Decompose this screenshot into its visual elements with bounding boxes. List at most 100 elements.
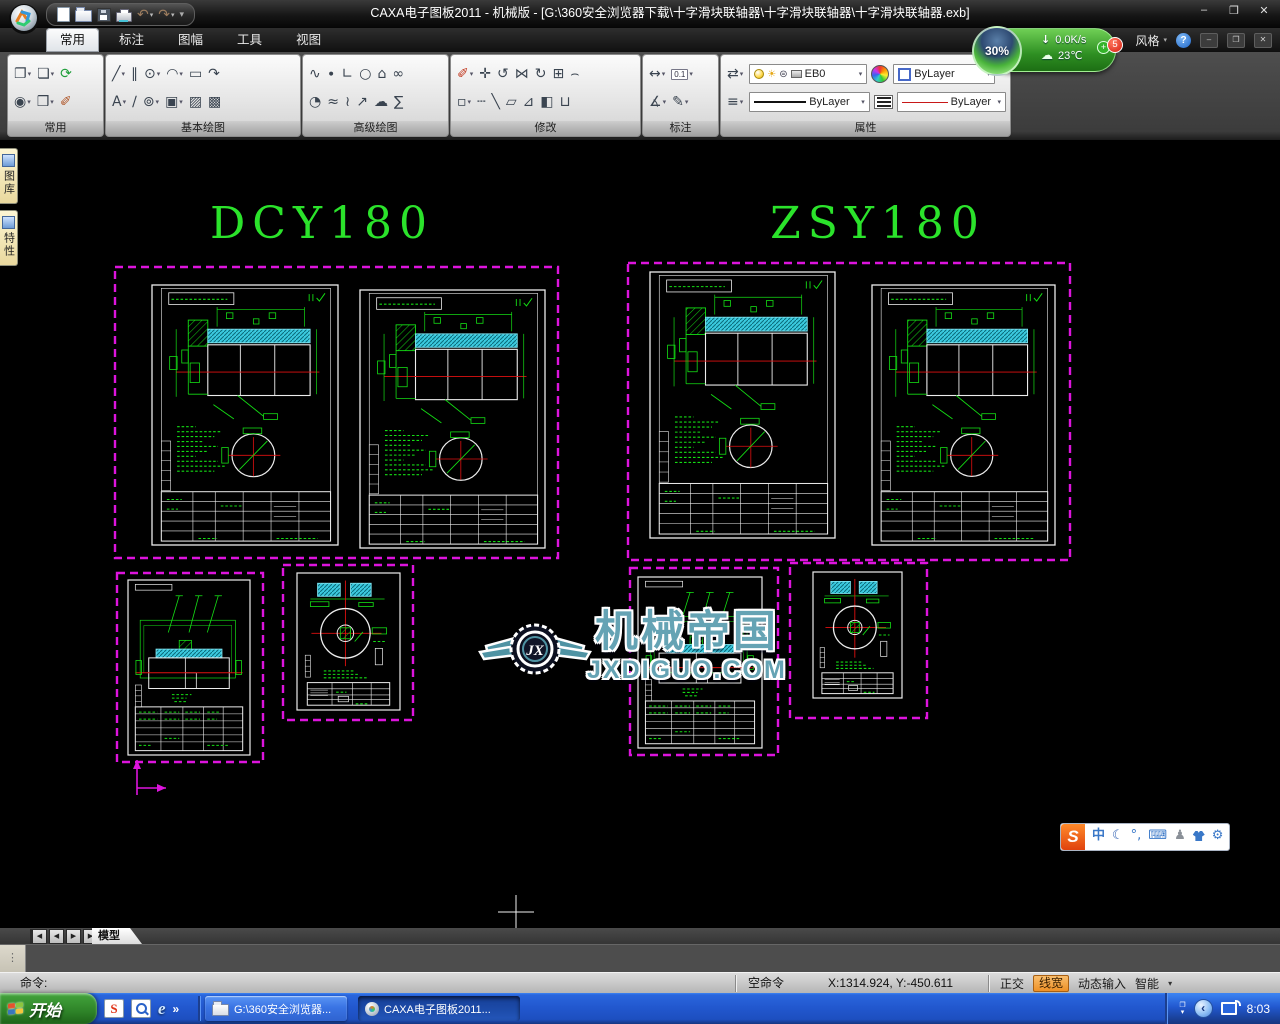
command-panel-grip[interactable]: ⋮ xyxy=(0,945,26,973)
drawing-sheet[interactable] xyxy=(638,577,762,748)
stretch-icon[interactable]: ⌢ xyxy=(568,64,581,84)
extend-icon[interactable]: ╲ xyxy=(489,92,501,112)
next-sheet-button[interactable]: ▶ xyxy=(66,929,81,944)
hatch-line-icon[interactable]: ∕ xyxy=(130,92,139,112)
block-icon[interactable]: ▣▾ xyxy=(163,92,185,112)
chamfer-icon[interactable]: ⊿ xyxy=(521,92,537,112)
expand-icon[interactable]: » xyxy=(173,1002,180,1016)
sogou-input-bar[interactable]: S 中☾°,⌨♟⚙ xyxy=(1060,823,1230,851)
formula-icon[interactable]: ∑ xyxy=(392,92,405,112)
style-button[interactable]: 风格 ▾ xyxy=(1135,32,1167,49)
tray-window-icon[interactable]: ❐▾ xyxy=(1179,1002,1185,1016)
soft-keyboard-icon[interactable]: ⌨ xyxy=(1148,823,1167,851)
redo-icon[interactable]: ↷▾ xyxy=(158,7,174,23)
toggle-linewidth[interactable]: 线宽 xyxy=(1033,975,1069,992)
caxa-logo-icon[interactable] xyxy=(8,3,40,35)
search-icon[interactable] xyxy=(131,999,151,1018)
drawing-sheet[interactable] xyxy=(872,285,1055,545)
tray-collapse-button[interactable]: ‹ xyxy=(1194,999,1213,1018)
new-file-icon[interactable] xyxy=(57,7,70,22)
pan-zoom-icon[interactable]: ◉▾ xyxy=(12,92,33,112)
linewidth-dropdown[interactable]: ByLayer ▾ xyxy=(897,92,1006,112)
first-sheet-button[interactable]: ◀ xyxy=(30,929,47,944)
linewidth-tool-button[interactable]: ≡▾ xyxy=(725,92,745,112)
drawing-sheet[interactable] xyxy=(360,290,545,548)
drawing-sheet[interactable] xyxy=(128,580,250,755)
print-icon[interactable] xyxy=(116,8,132,22)
linetype-dropdown[interactable]: ByLayer ▾ xyxy=(749,92,870,112)
mirror-icon[interactable]: ⋈ xyxy=(513,64,531,84)
rectangle-icon[interactable]: ▭ xyxy=(187,64,204,84)
notification-badge[interactable]: 5 xyxy=(1107,37,1123,53)
sogou-logo-icon[interactable]: S xyxy=(1061,824,1085,850)
doc-minimize-button[interactable]: – xyxy=(1200,33,1218,48)
network-icon[interactable] xyxy=(1221,1002,1237,1015)
taskbar-button-0[interactable]: G:\360安全浏览器... xyxy=(205,996,347,1021)
punctuation-icon[interactable]: °, xyxy=(1131,823,1142,851)
paste-special-icon[interactable]: ❒▾ xyxy=(35,92,56,112)
close-button[interactable]: ✕ xyxy=(1254,4,1274,17)
linestyle-icon[interactable] xyxy=(874,95,893,109)
rotate-copy-icon[interactable]: ↺ xyxy=(495,64,511,84)
drawing-canvas[interactable]: DCY180ZSY180 xyxy=(0,140,1280,928)
tab-model[interactable]: 模型 xyxy=(92,928,142,944)
rotate-icon[interactable]: ↻ xyxy=(533,64,549,84)
circle-icon[interactable]: ⊙▾ xyxy=(142,64,162,84)
wrench-icon[interactable]: ⚙ xyxy=(1212,823,1224,851)
ribbon-tab-0[interactable]: 常用 xyxy=(46,28,99,52)
skin-icon[interactable] xyxy=(1193,823,1205,851)
paste-icon[interactable]: ❏▾ xyxy=(35,64,56,84)
contour-icon[interactable]: ∞ xyxy=(390,64,406,84)
undo-icon[interactable]: ↶▾ xyxy=(137,7,153,23)
moon-icon[interactable]: ☾ xyxy=(1112,823,1124,851)
color-wheel-icon[interactable] xyxy=(871,65,889,83)
save-icon[interactable] xyxy=(97,8,111,22)
start-button[interactable]: 开始 xyxy=(0,993,97,1024)
edit-text-icon[interactable]: ✎▾ xyxy=(670,92,690,112)
parallel-line-icon[interactable]: ∥ xyxy=(129,64,140,84)
toggle-dynamic-input[interactable]: 动态输入 xyxy=(1078,975,1126,992)
sidebar-tab-properties[interactable]: 特性 xyxy=(0,210,18,266)
refresh-icon[interactable]: ⟳ xyxy=(58,64,74,84)
prev-sheet-button[interactable]: ◀ xyxy=(49,929,64,944)
frame-select-icon[interactable]: ▫▾ xyxy=(455,92,473,112)
ribbon-tab-3[interactable]: 工具 xyxy=(223,28,276,52)
dimension-icon[interactable]: ↔▾ xyxy=(647,64,667,84)
ribbon-tab-1[interactable]: 标注 xyxy=(105,28,158,52)
ribbon-tab-2[interactable]: 图幅 xyxy=(164,28,217,52)
layer-tool-button[interactable]: ⇄▾ xyxy=(725,64,745,84)
ellipse2-icon[interactable]: ○ xyxy=(357,64,373,84)
open-icon[interactable] xyxy=(75,7,92,22)
doc-close-button[interactable]: ✕ xyxy=(1254,33,1272,48)
toggle-smart-snap[interactable]: 智能 xyxy=(1135,975,1159,992)
arrow-icon[interactable]: ↗ xyxy=(354,92,370,112)
drawing-sheet[interactable] xyxy=(813,572,902,698)
drawing-sheet[interactable] xyxy=(650,272,835,538)
scale-icon[interactable]: ▱ xyxy=(504,92,519,112)
memory-ball[interactable]: 30% xyxy=(972,26,1022,76)
hatch-icon[interactable]: ▨ xyxy=(187,92,204,112)
command-history-panel[interactable]: ⋮ xyxy=(0,944,1280,973)
copy-icon[interactable]: ❐▾ xyxy=(12,64,33,84)
minimize-button[interactable]: – xyxy=(1194,4,1214,17)
customize-toolbar-icon[interactable]: ▾ xyxy=(180,10,185,20)
clock[interactable]: 8:03 xyxy=(1247,1002,1270,1016)
axis-icon[interactable]: ∟ xyxy=(340,64,356,84)
region-icon[interactable]: ▩ xyxy=(206,92,223,112)
layer-dropdown[interactable]: ☀ ⊜ EB0 ▾ xyxy=(749,64,867,84)
move-icon[interactable]: ✛ xyxy=(477,64,493,84)
array-icon[interactable]: ⊞ xyxy=(550,64,566,84)
restore-button[interactable]: ❐ xyxy=(1224,4,1244,17)
drawing-sheet[interactable] xyxy=(152,285,338,545)
tolerance-icon[interactable]: 0.1▾ xyxy=(669,68,695,81)
line-icon[interactable]: ╱▾ xyxy=(110,64,127,84)
taskbar-button-1[interactable]: CAXA电子图板2011... xyxy=(358,996,520,1021)
fill-icon[interactable]: ⊔ xyxy=(558,92,573,112)
drawing-area[interactable]: DCY180ZSY180 图库 特性 xyxy=(0,140,1280,928)
zigzag-line-icon[interactable]: ≀ xyxy=(343,92,352,112)
command-prompt[interactable]: 命令: xyxy=(20,973,47,994)
360-accelerator-widget[interactable]: ↓ 0.0K/s ☁ 23℃ + 5 30% xyxy=(972,26,1120,74)
arc-icon[interactable]: ◠▾ xyxy=(164,64,185,84)
sidebar-tab-library[interactable]: 图库 xyxy=(0,148,18,204)
solid-icon[interactable]: ◧ xyxy=(538,92,555,112)
